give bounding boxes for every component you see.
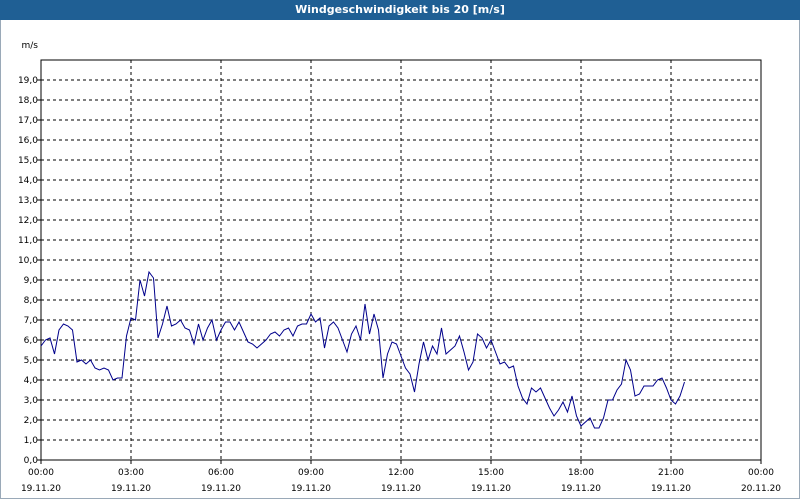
x-tick-date-label: 19.11.20 [21,484,61,494]
y-tick-label: 9,0 [24,276,39,286]
x-tick-time-label: 03:00 [118,468,144,478]
chart-title-bar: Windgeschwindigkeit bis 20 [m/s] [0,0,800,20]
y-axis-label: m/s [22,41,39,51]
x-tick-date-label: 19.11.20 [471,484,511,494]
x-tick-date-label: 19.11.20 [201,484,241,494]
y-tick-label: 8,0 [24,296,39,306]
y-tick-label: 2,0 [24,416,39,426]
y-tick-label: 15,0 [18,156,38,166]
x-tick-date-label: 19.11.20 [381,484,421,494]
x-tick-time-label: 15:00 [478,468,504,478]
y-tick-label: 14,0 [18,176,38,186]
x-tick-date-label: 19.11.20 [561,484,601,494]
x-tick-date-label: 19.11.20 [651,484,691,494]
y-tick-label: 6,0 [24,336,39,346]
x-tick-time-label: 12:00 [388,468,414,478]
y-tick-label: 11,0 [18,236,38,246]
x-tick-time-label: 09:00 [298,468,324,478]
y-tick-label: 3,0 [24,396,39,406]
y-tick-label: 4,0 [24,376,39,386]
y-tick-label: 12,0 [18,216,38,226]
y-tick-label: 17,0 [18,116,38,126]
y-tick-label: 0,0 [24,456,39,466]
x-tick-time-label: 00:00 [28,468,54,478]
wind-speed-series-line [40,270,685,429]
x-tick-time-label: 06:00 [208,468,234,478]
y-tick-label: 7,0 [24,316,39,326]
x-tick-time-label: 00:00 [748,468,774,478]
chart-frame: 0,0 1,0 2,0 3,0 4,0 5,0 6,0 7,0 8,0 9,0 10,0 11,0 12… [0,20,800,499]
y-tick-label: 18,0 [18,96,38,106]
x-tick-time-label: 18:00 [568,468,594,478]
y-tick-label: 19,0 [18,76,38,86]
x-tick-date-label: 19.11.20 [111,484,151,494]
x-tick-date-label: 19.11.20 [291,484,331,494]
wind-speed-chart: 0,0 1,0 2,0 3,0 4,0 5,0 6,0 7,0 8,0 9,0 10,0 11,0 12… [18,41,781,494]
y-tick-label: 13,0 [18,196,38,206]
y-tick-label: 5,0 [24,356,39,366]
y-tick-label: 1,0 [24,436,39,446]
x-tick-time-label: 21:00 [658,468,684,478]
y-tick-label: 10,0 [18,256,38,266]
y-tick-label: 16,0 [18,136,38,146]
chart-title: Windgeschwindigkeit bis 20 [m/s] [295,3,505,16]
x-tick-date-label: 20.11.20 [741,484,781,494]
